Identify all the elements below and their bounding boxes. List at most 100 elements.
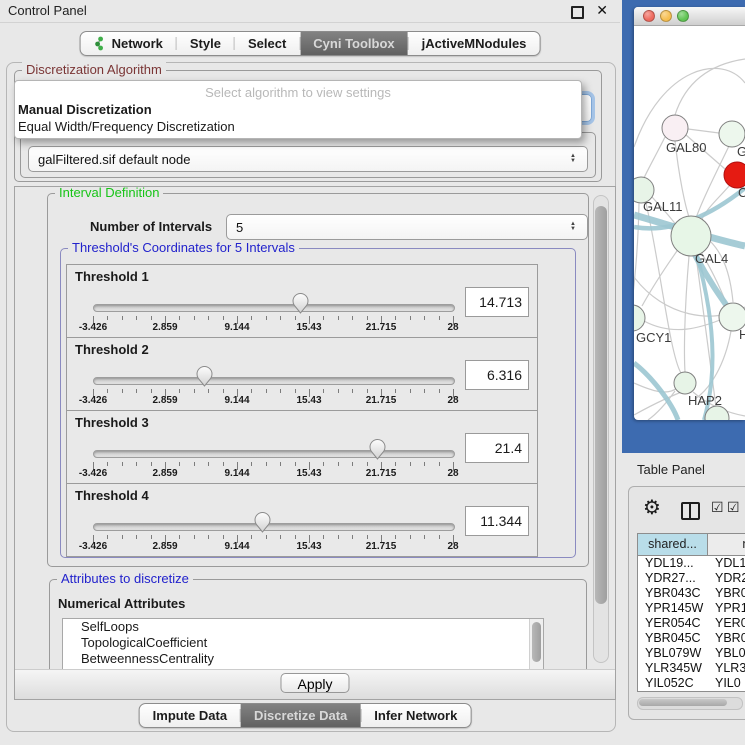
tab-network[interactable]: Network (81, 32, 176, 55)
minor-tick (179, 462, 180, 466)
tab-impute-data[interactable]: Impute Data (140, 704, 240, 727)
columns-icon[interactable] (681, 502, 700, 520)
slider-thumb[interactable] (254, 512, 271, 533)
minor-tick (367, 462, 368, 466)
tab-infer-network[interactable]: Infer Network (361, 704, 470, 727)
network-node-gal4[interactable] (671, 216, 711, 256)
minor-tick (439, 316, 440, 320)
table-row[interactable]: YLR345WYLR3 (638, 661, 745, 676)
minimize-traffic-light-icon[interactable] (660, 10, 672, 22)
table-row[interactable]: YIL052CYIL0 (638, 676, 745, 691)
minor-tick (151, 535, 152, 539)
cell-name[interactable]: YIL0 (708, 676, 745, 691)
cell-name[interactable]: YBR0 (708, 586, 745, 601)
cell-shared-name[interactable]: YBL079W (638, 646, 708, 661)
threshold-value-field[interactable]: 11.344 (465, 506, 529, 536)
tab-select[interactable]: Select (235, 32, 299, 55)
minor-tick (151, 389, 152, 393)
zoom-traffic-light-icon[interactable] (677, 10, 689, 22)
cell-shared-name[interactable]: YPR145W (638, 601, 708, 616)
slider-track[interactable] (93, 304, 455, 312)
attribute-item-topologicalcoefficient[interactable]: TopologicalCoefficient (63, 635, 543, 651)
cell-shared-name[interactable]: YBR045C (638, 631, 708, 646)
cell-name[interactable]: YPR1 (708, 601, 745, 616)
network-canvas[interactable]: GAL80GACGAL11GAL4GCY1HHAP2 (634, 25, 745, 420)
column-header-name[interactable]: name (708, 534, 745, 555)
minor-tick (266, 535, 267, 539)
cell-name[interactable]: YER0 (708, 616, 745, 631)
list-scrollbar[interactable] (529, 619, 543, 671)
panel-scrollbar[interactable] (593, 195, 609, 663)
minor-tick (295, 316, 296, 320)
slider-track[interactable] (93, 450, 455, 458)
minor-tick (194, 462, 195, 466)
cell-name[interactable]: YLR3 (708, 661, 745, 676)
slider-thumb[interactable] (292, 293, 309, 314)
attribute-item-selfloops[interactable]: SelfLoops (63, 619, 543, 635)
table-data-dropdown[interactable]: galFiltered.sif default node ▲▼ (28, 146, 588, 172)
list-scrollbar-thumb[interactable] (532, 622, 541, 662)
slider-thumb[interactable] (196, 366, 213, 387)
cell-shared-name[interactable]: YIL052C (638, 676, 708, 691)
cell-name[interactable]: YBL0 (708, 646, 745, 661)
gear-icon[interactable]: ⚙ (643, 495, 661, 520)
numerical-attributes-list[interactable]: SelfLoopsTopologicalCoefficientBetweenne… (62, 618, 544, 672)
table-row[interactable]: YBR045CYBR0 (638, 631, 745, 646)
cell-shared-name[interactable]: YBR043C (638, 586, 708, 601)
network-node-gal80[interactable] (662, 115, 688, 141)
thresholds-group-title: Threshold's Coordinates for 5 Intervals (68, 240, 299, 255)
table-rows: YDL19...YDL1YDR27...YDR2YBR043CYBR0YPR14… (638, 556, 745, 691)
threshold-value-field[interactable]: 6.316 (465, 360, 529, 390)
number-of-intervals-label: Number of Intervals (90, 219, 212, 234)
spinner-arrows-icon: ▲▼ (570, 222, 576, 232)
table-row[interactable]: YER054CYER0 (638, 616, 745, 631)
number-of-intervals-spinner[interactable]: 5 ▲▼ (226, 214, 588, 240)
popup-option-manual-discretization[interactable]: Manual Discretization (18, 101, 578, 119)
float-window-icon[interactable] (571, 6, 584, 19)
apply-button[interactable]: Apply (280, 673, 349, 693)
threshold-panel-3: Threshold 3-3.4262.8599.14415.4321.71528… (66, 410, 538, 484)
tab-cyni-toolbox[interactable]: Cyni Toolbox (300, 32, 407, 55)
checkbox-icon[interactable]: ☑ (711, 499, 724, 516)
slider-track[interactable] (93, 377, 455, 385)
column-header-shared-name[interactable]: shared... (638, 534, 708, 555)
minor-tick (395, 462, 396, 466)
close-traffic-light-icon[interactable] (643, 10, 655, 22)
attribute-item-betweennesscentrality[interactable]: BetweennessCentrality (63, 651, 543, 667)
cell-name[interactable]: YDR2 (708, 571, 745, 586)
threshold-value-field[interactable]: 21.4 (465, 433, 529, 463)
minor-tick (107, 535, 108, 539)
table-row[interactable]: YDL19...YDL1 (638, 556, 745, 571)
table-row[interactable]: YDR27...YDR2 (638, 571, 745, 586)
table-row[interactable]: YBR043CYBR0 (638, 586, 745, 601)
table-row[interactable]: YPR145WYPR1 (638, 601, 745, 616)
minor-tick (323, 316, 324, 320)
network-node-hap2[interactable] (674, 372, 696, 394)
threshold-value-field[interactable]: 14.713 (465, 287, 529, 317)
cell-name[interactable]: YBR0 (708, 631, 745, 646)
tab-discretize-data[interactable]: Discretize Data (241, 704, 360, 727)
minor-tick (280, 535, 281, 539)
tab-label: Select (248, 36, 286, 51)
tab-jactivemnodules[interactable]: jActiveMNodules (409, 32, 540, 55)
checkbox-icon[interactable]: ☑ (727, 499, 740, 516)
cell-name[interactable]: YDL1 (708, 556, 745, 571)
table-horizontal-scrollbar[interactable] (637, 697, 743, 710)
hscrollbar-thumb[interactable] (639, 699, 727, 706)
minor-tick (266, 316, 267, 320)
tab-style[interactable]: Style (177, 32, 234, 55)
cell-shared-name[interactable]: YER054C (638, 616, 708, 631)
popup-option-equal-width-frequency[interactable]: Equal Width/Frequency Discretization (18, 118, 578, 136)
panel-scrollbar-thumb[interactable] (595, 206, 607, 604)
slider-track[interactable] (93, 523, 455, 531)
minor-tick (122, 535, 123, 539)
threshold-label: Threshold 3 (75, 415, 149, 430)
cell-shared-name[interactable]: YLR345W (638, 661, 708, 676)
network-node-gcy1[interactable] (634, 305, 645, 331)
table-row[interactable]: YBL079WYBL0 (638, 646, 745, 661)
cell-shared-name[interactable]: YDL19... (638, 556, 708, 571)
slider-thumb[interactable] (369, 439, 386, 460)
minor-tick (323, 389, 324, 393)
cell-shared-name[interactable]: YDR27... (638, 571, 708, 586)
close-icon[interactable]: ✕ (596, 2, 608, 19)
